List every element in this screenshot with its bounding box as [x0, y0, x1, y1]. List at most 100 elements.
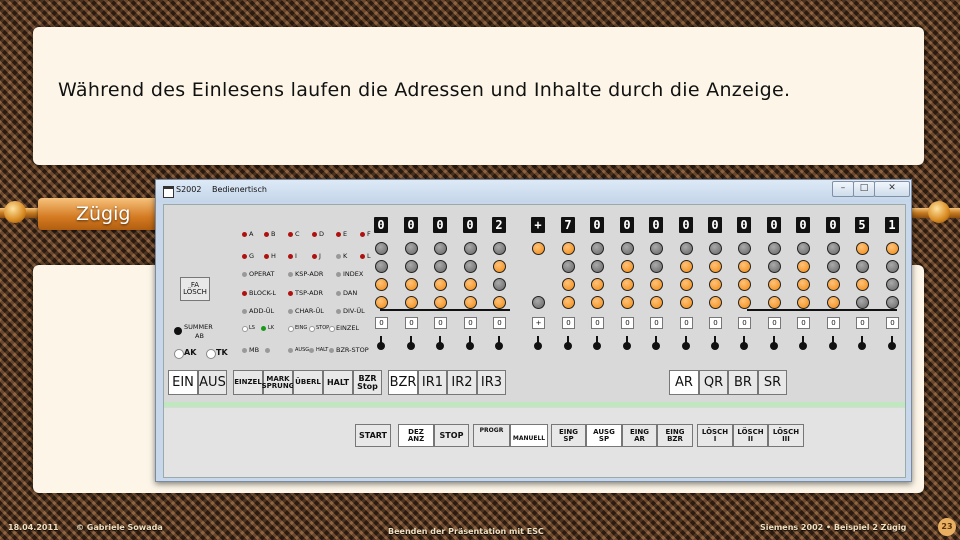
ein-button[interactable]: EIN: [168, 370, 198, 395]
display-digit: 1: [885, 217, 899, 233]
einzel-button[interactable]: EINZEL: [233, 370, 263, 395]
display-digit: 0: [649, 217, 663, 233]
footer-right: Siemens 2002 • Beispiel 2 Zügig: [760, 523, 907, 532]
sr-button[interactable]: SR: [758, 370, 787, 395]
tk-radio[interactable]: [206, 349, 216, 359]
rotary-switch[interactable]: [623, 336, 631, 350]
lamp-l-label: L: [367, 252, 371, 260]
lamp-div-ul-label: DIV-ÜL: [343, 307, 365, 315]
bzr-stop-button[interactable]: BZR Stop: [353, 370, 382, 395]
rotary-switch[interactable]: [534, 336, 542, 350]
fa-losch-line2: LÖSCH: [183, 288, 207, 296]
display-digit: +: [531, 217, 545, 233]
display-lamp: [650, 278, 663, 291]
lamp-d-label: D: [319, 230, 325, 238]
rotary-switch[interactable]: [377, 336, 385, 350]
uberl-button[interactable]: ÜBERL: [293, 370, 323, 395]
display-lamp: [797, 242, 810, 255]
maximize-button[interactable]: □: [853, 181, 875, 197]
lamp-mb: [242, 348, 247, 353]
display-lamp: [562, 296, 575, 309]
switch-value-box: 0: [856, 317, 869, 329]
display-lamp: [709, 260, 722, 273]
rotary-switch[interactable]: [711, 336, 719, 350]
progr-button[interactable]: PROGR: [473, 424, 510, 447]
group-line-2: [747, 309, 897, 311]
display-lamp: [562, 278, 575, 291]
lamp-c: [288, 232, 293, 237]
footer-author: © Gabriele Sowada: [76, 523, 163, 532]
close-button[interactable]: ✕: [874, 181, 910, 197]
rotary-switch[interactable]: [495, 336, 503, 350]
section-tab-label: Zügig: [76, 203, 131, 225]
lamp-block-l-label: BLOCK-L: [249, 289, 277, 297]
rotary-switch[interactable]: [436, 336, 444, 350]
rotary-switch[interactable]: [652, 336, 660, 350]
display-lamp: [375, 260, 388, 273]
rotary-switch[interactable]: [858, 336, 866, 350]
br-button[interactable]: BR: [728, 370, 758, 395]
switch-value-box: 0: [738, 317, 751, 329]
ausg-sp-button[interactable]: AUSG SP: [586, 424, 622, 447]
aus-button[interactable]: AUS: [198, 370, 227, 395]
rotary-switch[interactable]: [593, 336, 601, 350]
summer-indicator[interactable]: [174, 327, 182, 335]
ir2-button[interactable]: IR2: [447, 370, 477, 395]
ak-radio[interactable]: [174, 349, 184, 359]
eing-bzr-button[interactable]: EING BZR: [657, 424, 693, 447]
display-lamp: [493, 260, 506, 273]
mark-sprung-button[interactable]: MARK SPRUNG: [262, 370, 294, 395]
rotary-switch[interactable]: [740, 336, 748, 350]
ir1-button[interactable]: IR1: [418, 370, 447, 395]
lamp-f-label: F: [367, 230, 371, 238]
rotary-switch[interactable]: [407, 336, 415, 350]
dez-anz-button[interactable]: DEZ ANZ: [398, 424, 434, 447]
bedienertisch-window: S2002 Bedienertisch – □ ✕ FA LÖSCH SUMME…: [155, 179, 912, 482]
display-lamp: [856, 260, 869, 273]
rotary-switch[interactable]: [829, 336, 837, 350]
display-lamp: [650, 242, 663, 255]
lamp-halt-label: HALT: [316, 347, 329, 353]
eing-sp-button[interactable]: EING SP: [551, 424, 586, 447]
qr-button[interactable]: QR: [699, 370, 728, 395]
ak-label: AK: [184, 348, 197, 357]
rotary-switch[interactable]: [564, 336, 572, 350]
manuell-button[interactable]: MANUELL: [510, 424, 548, 447]
display-lamp: [886, 260, 899, 273]
minimize-button[interactable]: –: [832, 181, 854, 197]
eing-ar-button[interactable]: EING AR: [622, 424, 657, 447]
window-titlebar[interactable]: S2002 Bedienertisch – □ ✕: [156, 180, 911, 202]
rotary-switch[interactable]: [770, 336, 778, 350]
display-digit: 0: [708, 217, 722, 233]
window-title-app: S2002: [176, 185, 202, 194]
rotary-switch[interactable]: [682, 336, 690, 350]
halt-button[interactable]: HALT: [323, 370, 353, 395]
lamp-ksp-adr: [288, 272, 293, 277]
display-lamp: [827, 278, 840, 291]
fa-losch-button[interactable]: FA LÖSCH: [180, 277, 210, 301]
switch-value-box: 0: [464, 317, 477, 329]
lamp-einzel-label: EINZEL: [336, 324, 360, 332]
display-lamp: [768, 278, 781, 291]
display-lamp: [493, 242, 506, 255]
eing-ar-line2: AR: [634, 434, 645, 443]
start-button[interactable]: START: [355, 424, 391, 447]
losch-iii-button[interactable]: LÖSCH III: [768, 424, 804, 447]
stop-button[interactable]: STOP: [434, 424, 469, 447]
switch-value-box: 0: [405, 317, 418, 329]
rotary-switch[interactable]: [799, 336, 807, 350]
rotary-switch[interactable]: [466, 336, 474, 350]
losch-i-button[interactable]: LÖSCH I: [697, 424, 733, 447]
page-number: 23: [938, 518, 956, 536]
display-lamp: [375, 296, 388, 309]
ir3-button[interactable]: IR3: [477, 370, 506, 395]
slide-headline: Während des Einlesens laufen die Adresse…: [58, 79, 791, 101]
rotary-switch[interactable]: [888, 336, 896, 350]
losch-ii-button[interactable]: LÖSCH II: [733, 424, 768, 447]
display-lamp: [464, 260, 477, 273]
display-lamp: [680, 242, 693, 255]
ar-button[interactable]: AR: [669, 370, 699, 395]
eing-bzr-line2: BZR: [667, 434, 683, 443]
bzr-button[interactable]: BZR: [388, 370, 418, 395]
lamp-halt: [309, 348, 314, 353]
